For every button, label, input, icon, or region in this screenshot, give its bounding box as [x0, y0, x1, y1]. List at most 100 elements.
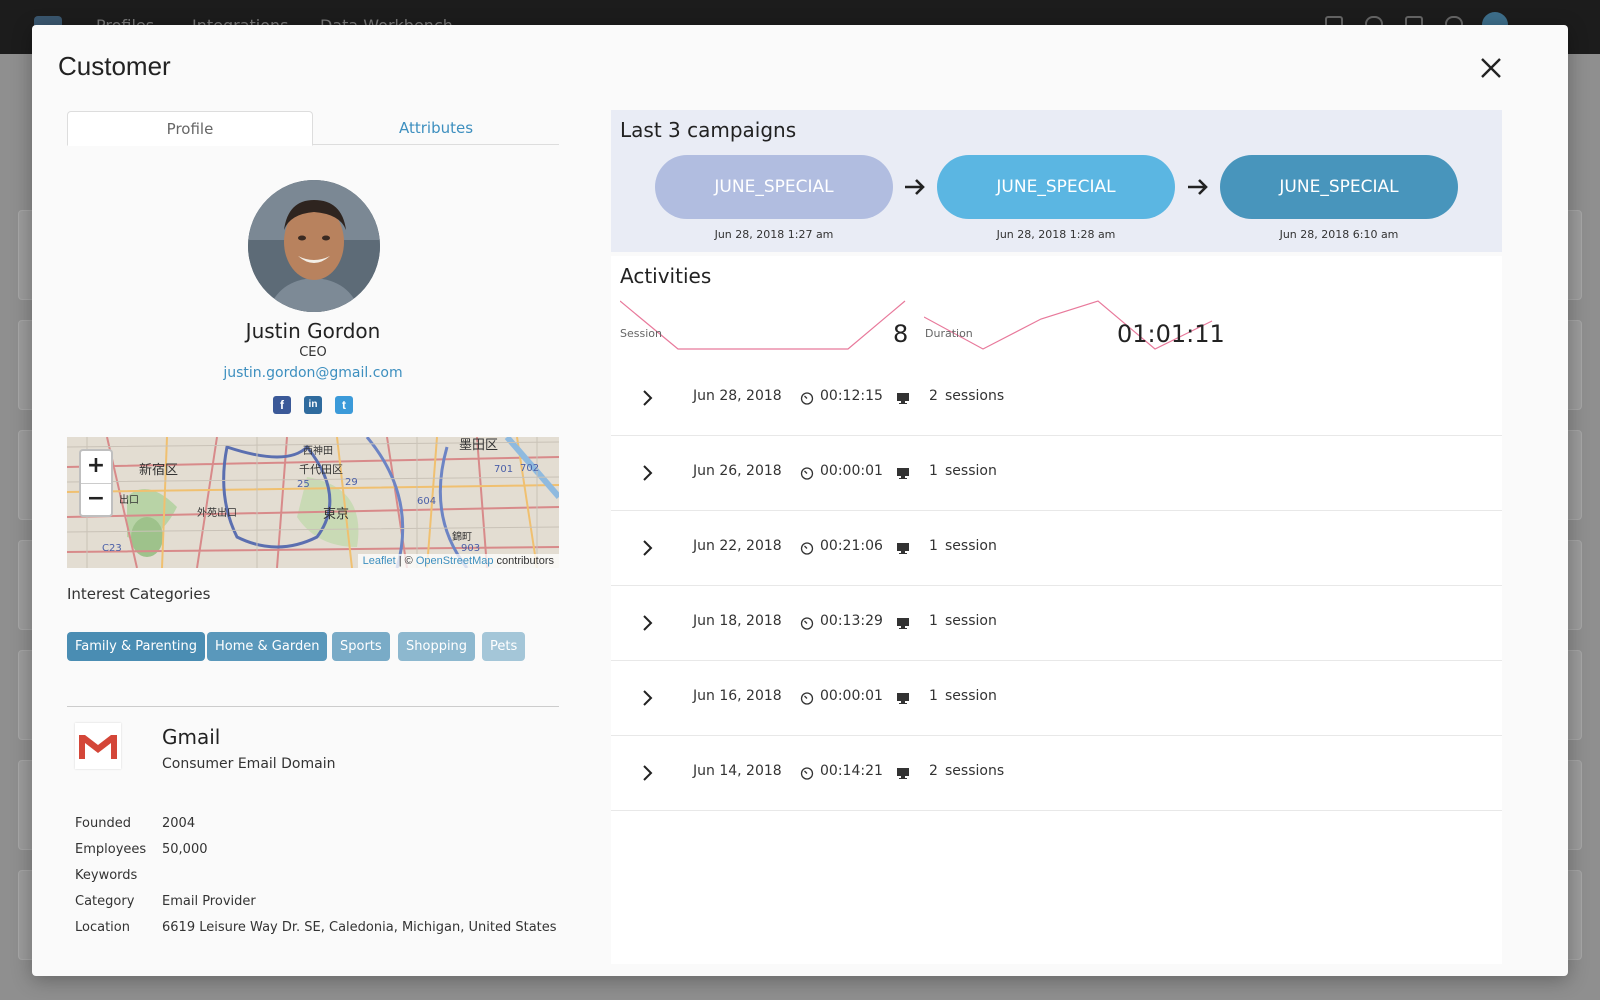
leaflet-link[interactable]: Leaflet — [363, 555, 396, 567]
session-unit: session — [945, 688, 997, 704]
openstreetmap-link[interactable]: OpenStreetMap — [416, 555, 494, 567]
campaign-pill[interactable]: JUNE_SPECIAL — [1220, 155, 1458, 219]
activity-duration: 00:14:21 — [820, 763, 883, 779]
timer-icon — [800, 392, 814, 405]
activity-row[interactable]: Jun 26, 2018 00:00:01 1 session — [611, 436, 1502, 511]
session-label: Session — [620, 327, 662, 340]
close-icon — [1481, 58, 1501, 78]
chevron-right-icon[interactable] — [639, 613, 655, 633]
activity-duration: 00:00:01 — [820, 688, 883, 704]
activity-date: Jun 16, 2018 — [693, 688, 782, 704]
interest-chip[interactable]: Pets — [482, 632, 526, 661]
avatar — [248, 180, 380, 312]
interest-chip[interactable]: Sports — [332, 632, 390, 661]
monitor-icon — [897, 693, 909, 704]
interest-categories-heading: Interest Categories — [67, 585, 211, 603]
activities-panel: Activities Session 8 Duration 01:01:11 J… — [611, 256, 1502, 964]
close-button[interactable] — [1476, 53, 1506, 83]
map-label: 千代田区 — [299, 463, 343, 476]
timer-icon — [800, 542, 814, 555]
field-value: Email Provider — [162, 894, 256, 909]
session-unit: sessions — [945, 763, 1005, 779]
person-name: Justin Gordon — [245, 319, 381, 343]
attribution-separator: | © — [395, 555, 416, 567]
map-route-label: 29 — [345, 477, 358, 488]
map-label: 錦町 — [452, 532, 472, 543]
activity-row[interactable]: Jun 22, 2018 00:21:06 1 session — [611, 511, 1502, 586]
interest-chip[interactable]: Family & Parenting — [67, 632, 205, 661]
activity-row[interactable]: Jun 14, 2018 00:14:21 2 sessions — [611, 736, 1502, 811]
campaign-pill[interactable]: JUNE_SPECIAL — [655, 155, 893, 219]
person-title: CEO — [299, 345, 327, 360]
modal-title: Customer — [58, 51, 171, 81]
chevron-right-icon[interactable] — [639, 463, 655, 483]
section-divider — [67, 706, 559, 707]
zoom-in-button[interactable]: + — [81, 451, 111, 484]
map-route-label: 604 — [417, 496, 437, 507]
interest-chip[interactable]: Home & Garden — [207, 632, 328, 661]
activity-duration: 00:21:06 — [820, 538, 883, 554]
attribution-suffix: contributors — [493, 555, 554, 567]
chevron-right-icon[interactable] — [639, 388, 655, 408]
map-route-label: 702 — [520, 463, 540, 474]
customer-modal: Customer Profile Attributes Justin Gordo… — [32, 25, 1568, 976]
activity-date: Jun 28, 2018 — [693, 388, 782, 404]
campaign-date: Jun 28, 2018 1:28 am — [996, 228, 1116, 241]
monitor-icon — [897, 768, 909, 779]
field-label: Location — [75, 920, 130, 935]
facebook-icon[interactable]: f — [273, 396, 291, 414]
activity-row[interactable]: Jun 16, 2018 00:00:01 1 session — [611, 661, 1502, 736]
arrow-right-icon — [1188, 179, 1208, 195]
linkedin-icon[interactable]: in — [304, 396, 322, 414]
chevron-right-icon[interactable] — [639, 688, 655, 708]
person-email-link[interactable]: justin.gordon@gmail.com — [67, 365, 559, 381]
field-label: Category — [75, 894, 135, 909]
avatar-photo — [248, 180, 380, 312]
session-count: 1 — [929, 688, 938, 704]
monitor-icon — [897, 543, 909, 554]
zoom-out-button[interactable]: − — [81, 484, 111, 516]
session-count-value: 8 — [893, 320, 909, 348]
campaign-date: Jun 28, 2018 1:27 am — [714, 228, 834, 241]
zoom-control: + − — [79, 449, 113, 517]
company-description: Consumer Email Domain — [162, 756, 336, 772]
map-label: 西神田 — [303, 446, 333, 457]
chevron-right-icon[interactable] — [639, 763, 655, 783]
field-value: 50,000 — [162, 842, 208, 857]
map-route-label: 25 — [297, 479, 310, 490]
session-count: 2 — [929, 763, 938, 779]
session-unit: session — [945, 613, 997, 629]
map-route-label: C23 — [102, 543, 122, 554]
session-count: 1 — [929, 463, 938, 479]
timer-icon — [800, 467, 814, 480]
activity-row[interactable]: Jun 28, 2018 00:12:15 2 sessions — [611, 361, 1502, 436]
activity-date: Jun 18, 2018 — [693, 613, 782, 629]
session-unit: sessions — [945, 388, 1005, 404]
location-map[interactable]: 新宿区 千代田区 東京 墨田区 西神田 出口 外苑出口 錦町 25 29 701… — [67, 437, 559, 568]
campaign-pill[interactable]: JUNE_SPECIAL — [937, 155, 1175, 219]
interest-chip[interactable]: Shopping — [398, 632, 476, 661]
session-unit: session — [945, 538, 997, 554]
field-label: Employees — [75, 842, 147, 857]
session-count: 1 — [929, 613, 938, 629]
tab-profile[interactable]: Profile — [67, 111, 313, 146]
field-label: Keywords — [75, 868, 138, 883]
activity-duration: 00:12:15 — [820, 388, 883, 404]
session-count: 1 — [929, 538, 938, 554]
last-campaigns-panel: Last 3 campaigns JUNE_SPECIAL Jun 28, 20… — [611, 110, 1502, 252]
chevron-right-icon[interactable] — [639, 538, 655, 558]
activity-row[interactable]: Jun 18, 2018 00:13:29 1 session — [611, 586, 1502, 661]
company-name: Gmail — [162, 725, 221, 749]
map-route-label: 701 — [494, 464, 514, 475]
session-sparkline — [620, 300, 906, 350]
timer-icon — [800, 767, 814, 780]
twitter-icon[interactable]: t — [335, 396, 353, 414]
map-label: 新宿区 — [139, 463, 179, 478]
map-label: 墨田区 — [459, 438, 499, 453]
activity-duration: 00:13:29 — [820, 613, 883, 629]
session-unit: session — [945, 463, 997, 479]
map-label: 出口 — [119, 495, 139, 506]
duration-label: Duration — [925, 327, 973, 340]
monitor-icon — [897, 618, 909, 629]
tab-attributes[interactable]: Attributes — [313, 111, 559, 146]
